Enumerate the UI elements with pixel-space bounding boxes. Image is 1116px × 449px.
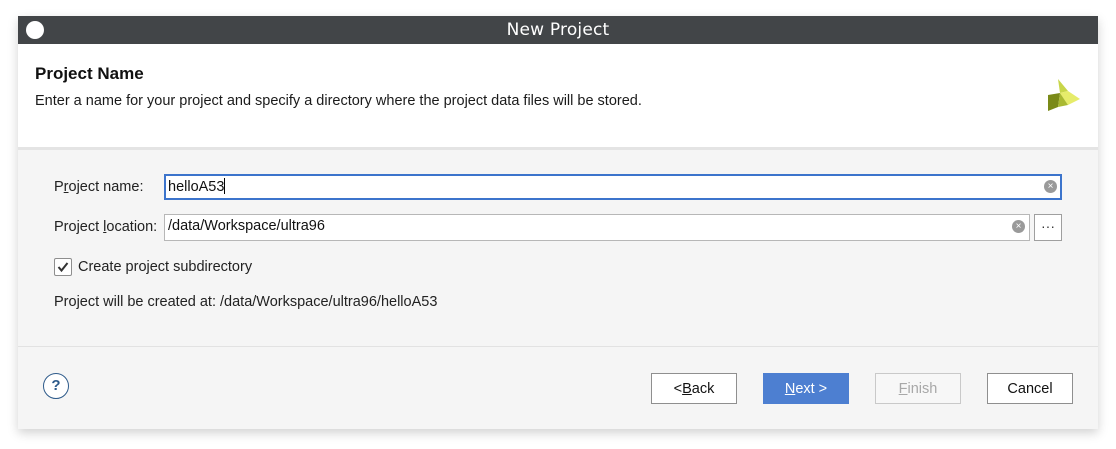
next-button[interactable]: Next > [763, 373, 849, 404]
project-name-label: Project name: [54, 179, 144, 195]
project-name-input[interactable]: helloA53 × [164, 174, 1062, 200]
create-subdirectory-checkbox[interactable] [54, 258, 72, 276]
project-created-at-text: Project will be created at: /data/Worksp… [54, 294, 438, 310]
page-title: Project Name [35, 64, 144, 83]
checkmark-icon [57, 262, 69, 273]
cancel-button[interactable]: Cancel [987, 373, 1073, 404]
new-project-dialog: New Project Project Name Enter a name fo… [18, 16, 1098, 429]
wizard-header: Project Name Enter a name for your proje… [18, 44, 1098, 150]
wizard-footer: ? < Back Next > Finish Cancel [18, 346, 1098, 429]
project-location-value: /data/Workspace/ultra96 [168, 218, 325, 234]
finish-button: Finish [875, 373, 961, 404]
project-location-input[interactable]: /data/Workspace/ultra96 × [164, 214, 1030, 241]
xilinx-logo-icon [1048, 79, 1080, 111]
window-title: New Project [506, 20, 610, 40]
window-menu-icon[interactable] [26, 21, 44, 39]
clear-project-name-icon[interactable]: × [1044, 180, 1057, 193]
help-button[interactable]: ? [43, 373, 69, 399]
project-form: Project name: helloA53 × Project locatio… [18, 150, 1098, 346]
titlebar[interactable]: New Project [18, 16, 1098, 44]
project-name-value: helloA53 [168, 179, 225, 195]
clear-project-location-icon[interactable]: × [1012, 220, 1025, 233]
create-subdirectory-label: Create project subdirectory [78, 259, 253, 275]
project-location-label: Project location: [54, 219, 158, 235]
browse-location-button[interactable]: ··· [1034, 214, 1062, 241]
back-button[interactable]: < Back [651, 373, 737, 404]
page-description: Enter a name for your project and specif… [35, 93, 642, 109]
